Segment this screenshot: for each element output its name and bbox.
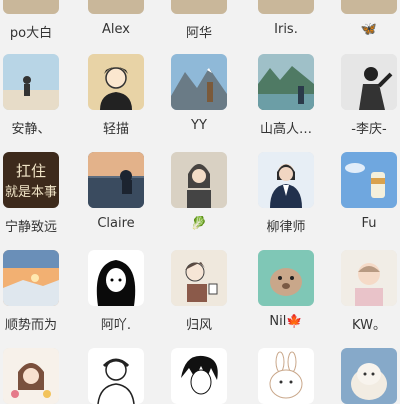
- contact-avatar[interactable]: [88, 0, 144, 14]
- contact-avatar[interactable]: [341, 348, 397, 404]
- contact-name: 顺势而为: [4, 318, 57, 333]
- contact-avatar[interactable]: [88, 250, 144, 306]
- contact-name: YY: [191, 118, 207, 133]
- contact-name: 归风: [185, 318, 212, 333]
- contact-avatar[interactable]: [258, 54, 314, 110]
- contact-avatar[interactable]: [171, 152, 227, 208]
- contact-avatar[interactable]: [258, 0, 314, 14]
- contact-avatar[interactable]: [341, 0, 397, 14]
- contact-name: Iris.: [274, 22, 298, 37]
- contact-avatar[interactable]: [171, 54, 227, 110]
- contact-avatar[interactable]: [341, 152, 397, 208]
- contact-name: KW。: [352, 318, 386, 333]
- contact-avatar[interactable]: [171, 348, 227, 404]
- contact-avatar[interactable]: [88, 152, 144, 208]
- contact-avatar[interactable]: [171, 0, 227, 14]
- contact-name: 柳律师: [266, 220, 306, 235]
- contact-name: Claire: [97, 216, 135, 231]
- contact-name: Alex: [102, 22, 130, 37]
- contact-name: 阿吖.: [100, 318, 132, 333]
- contact-avatar[interactable]: [88, 348, 144, 404]
- contact-avatar[interactable]: [3, 348, 59, 404]
- contact-name: Nil🍁: [269, 314, 303, 329]
- svg-text:就是本事: 就是本事: [5, 185, 57, 200]
- contact-avatar[interactable]: [171, 250, 227, 306]
- contact-name: po大白: [9, 26, 53, 41]
- contact-name: 安静、: [11, 122, 51, 137]
- contact-avatar[interactable]: [258, 348, 314, 404]
- contact-avatar[interactable]: 扛住 就是本事: [3, 152, 59, 208]
- contact-avatar[interactable]: [3, 250, 59, 306]
- contact-name: 阿华: [185, 26, 212, 41]
- contact-avatar[interactable]: [341, 54, 397, 110]
- contact-name: 🥬: [190, 216, 208, 231]
- contact-name: 🦋: [360, 22, 378, 37]
- contact-name: Fu: [361, 216, 377, 231]
- contact-name: 轻描: [102, 122, 129, 137]
- contact-avatar[interactable]: [258, 250, 314, 306]
- contact-avatar[interactable]: [341, 250, 397, 306]
- contact-grid: po大白 Alex 阿华 Iris. 🦋 安静、 轻描 YY 山高人… -李庆- 扛住就是本事宁静致…: [0, 0, 400, 404]
- contact-avatar[interactable]: [3, 54, 59, 110]
- contact-avatar[interactable]: [88, 54, 144, 110]
- contact-name: 山高人…: [259, 122, 312, 137]
- contact-name: 宁静致远: [4, 220, 57, 235]
- contact-name: -李庆-: [351, 122, 387, 137]
- contact-avatar[interactable]: [3, 0, 59, 14]
- svg-text:扛住: 扛住: [16, 162, 46, 180]
- contact-avatar[interactable]: [258, 152, 314, 208]
